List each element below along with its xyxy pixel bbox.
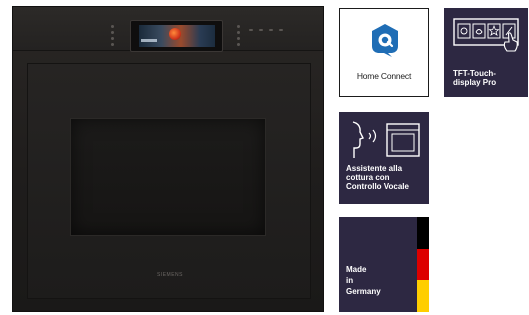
tft-touch-label: TFT-Touch- display Pro (453, 69, 527, 87)
voice-label-line1: Assistente alla (346, 164, 403, 173)
oven-door (27, 63, 311, 299)
oven-image: SIEMENS (12, 6, 324, 312)
oven-left-keys (111, 25, 114, 46)
tft-touch-label-line1: TFT-Touch- (453, 69, 496, 78)
oven-tft-display (130, 20, 223, 52)
tft-touch-badge: TFT-Touch- display Pro (444, 8, 528, 97)
made-in-germany-badge: Made in Germany (339, 217, 429, 312)
flag-stripe-gold (417, 280, 429, 312)
tft-touch-label-line2: display Pro (453, 78, 497, 87)
oven-window (70, 118, 266, 236)
oven-right-keys (237, 25, 240, 46)
home-connect-icon (372, 24, 398, 57)
voice-label-line3: Controllo Vocale (346, 182, 409, 191)
germany-label-line3: Germany (346, 287, 381, 296)
oven-key-row (249, 29, 283, 31)
germany-label-line2: in (346, 276, 354, 285)
germany-flag-icon (417, 217, 429, 312)
voice-control-label: Assistente alla cottura con Controllo Vo… (346, 164, 428, 191)
tft-touch-display-icon (453, 18, 519, 52)
made-in-germany-label: Made in Germany (346, 264, 406, 297)
home-connect-badge: Home Connect (339, 8, 429, 97)
oven-brand-logo: SIEMENS (156, 272, 183, 278)
voice-label-line2: cottura con (346, 173, 390, 182)
home-connect-label: Home Connect (356, 71, 412, 81)
germany-label-line1: Made (346, 265, 367, 274)
voice-control-icon (352, 121, 420, 158)
voice-control-badge: Assistente alla cottura con Controllo Vo… (339, 112, 429, 204)
flag-stripe-black (417, 217, 429, 249)
flag-stripe-red (417, 248, 429, 281)
oven-control-panel (13, 7, 323, 52)
